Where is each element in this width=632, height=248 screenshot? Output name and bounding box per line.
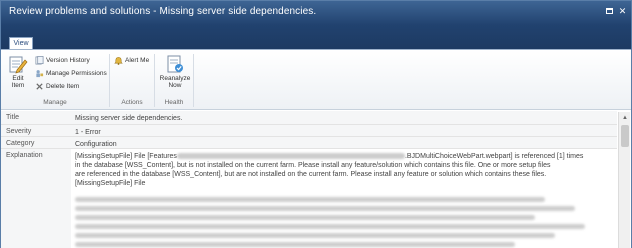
redacted-text — [75, 224, 585, 229]
field-label-title: Title — [6, 114, 19, 121]
edit-item-label-1: Edit — [12, 75, 24, 82]
field-value-severity: 1 - Error — [75, 129, 101, 136]
redacted-text — [75, 215, 535, 220]
edit-item-label-2: Item — [11, 82, 25, 89]
ribbon-group-health: Reanalyze Now Health — [155, 50, 193, 109]
redacted-text — [176, 153, 405, 160]
group-label-health: Health — [164, 99, 184, 106]
ribbon-group-actions: Alert Me Actions — [110, 50, 154, 109]
field-label-explanation: Explanation — [6, 152, 43, 159]
alert-me-label: Alert Me — [125, 57, 150, 65]
field-value-title: Missing server side dependencies. — [75, 115, 183, 122]
explanation-line-1-start: [MissingSetupFile] File [Features — [75, 153, 177, 160]
vertical-scrollbar[interactable]: ▲ — [618, 112, 630, 248]
alert-bell-icon — [114, 57, 123, 65]
explanation-line-2: in the database [WSS_Content], but is no… — [75, 162, 551, 169]
ribbon: Edit Item Version History Manage Permiss… — [1, 49, 631, 110]
item-details: Title Missing server side dependencies. … — [1, 111, 631, 248]
version-history-button[interactable]: Version History — [35, 56, 90, 66]
field-row-category: Category Configuration — [1, 137, 617, 149]
title-bar: Review problems and solutions - Missing … — [1, 1, 631, 25]
ribbon-group-manage: Edit Item Version History Manage Permiss… — [1, 50, 109, 109]
reanalyze-now-button[interactable]: Reanalyze Now — [159, 54, 191, 89]
ribbon-tab-strip — [1, 25, 631, 49]
field-value-category: Configuration — [75, 141, 117, 148]
version-history-label: Version History — [46, 57, 90, 65]
field-value-explanation: [MissingSetupFile] File [Features .BJDMul… — [75, 152, 615, 188]
redacted-text — [75, 197, 545, 202]
group-label-actions: Actions — [121, 99, 143, 106]
edit-item-button[interactable]: Edit Item — [4, 54, 32, 89]
field-label-category: Category — [6, 140, 35, 147]
redacted-text — [75, 206, 575, 211]
explanation-line-1-end: .BJDMultiChoiceWebPart.webpart] is refer… — [404, 153, 584, 160]
redacted-text — [75, 233, 555, 238]
field-row-explanation: Explanation [MissingSetupFile] File [Fea… — [1, 149, 617, 248]
explanation-line-4: [MissingSetupFile] File — [75, 180, 146, 187]
manage-permissions-label: Manage Permissions — [46, 70, 107, 78]
redacted-text — [75, 242, 515, 247]
reanalyze-label-1: Reanalyze — [159, 75, 191, 82]
reanalyze-icon — [167, 55, 183, 73]
delete-item-button[interactable]: Delete Item — [35, 82, 79, 92]
dialog-window: Review problems and solutions - Missing … — [0, 0, 632, 248]
group-label-manage: Manage — [43, 99, 67, 106]
delete-icon — [36, 83, 43, 90]
edit-item-icon — [9, 56, 28, 74]
field-row-severity: Severity 1 - Error — [1, 125, 617, 137]
dialog-title: Review problems and solutions - Missing … — [9, 6, 317, 17]
scroll-thumb[interactable] — [621, 125, 629, 147]
group-divider — [193, 54, 194, 107]
maximize-icon[interactable] — [605, 7, 614, 16]
field-row-title: Title Missing server side dependencies. — [1, 111, 617, 125]
delete-item-label: Delete Item — [46, 83, 80, 91]
field-label-severity: Severity — [6, 128, 32, 135]
permissions-icon — [36, 70, 44, 78]
alert-me-button[interactable]: Alert Me — [114, 56, 149, 66]
explanation-line-3: are referenced in the database [WSS_Cont… — [75, 171, 547, 178]
version-history-icon — [35, 56, 44, 65]
reanalyze-label-2: Now — [168, 82, 182, 89]
manage-permissions-button[interactable]: Manage Permissions — [35, 69, 107, 79]
close-icon[interactable]: ✕ — [618, 7, 627, 16]
scroll-up-icon[interactable]: ▲ — [620, 113, 630, 123]
